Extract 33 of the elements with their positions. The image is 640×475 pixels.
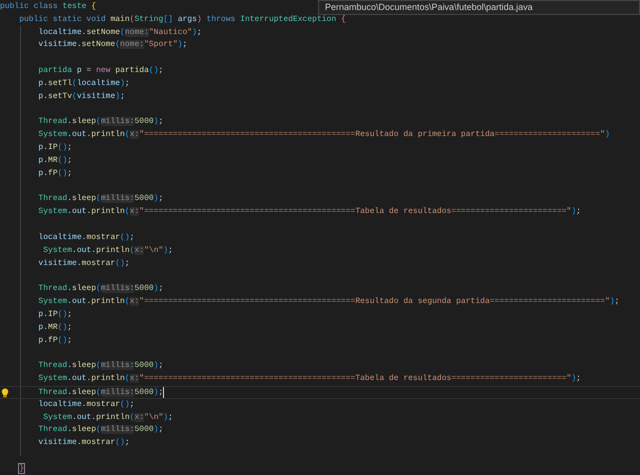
code-line: Thread.sleep(millis:5000); [37,387,164,400]
code-line: localtime.mostrar(); [37,398,134,411]
code-line: localtime.setNome(nome:"Nautico"); [37,26,202,39]
code-line: p.fP(); [37,168,72,180]
breadcrumb-tooltip: Pernambuco\Documentos\Paiva\futebol\partida.java [318,0,640,15]
code-line: p.MR(); [37,322,72,334]
code-line: Thread.sleep(millis:5000); [37,360,164,372]
code-line: Thread.sleep(millis:5000); [37,283,164,296]
code-line: public class teste { [0,1,96,13]
code-line: visitime.mostrar(); [37,258,130,270]
code-line: System.out.println(x:"\n"); [42,244,173,257]
code-line: visitime.setNome(nome:"Sport"); [37,39,188,52]
code-line: p.setTv(visitime); [37,90,125,103]
code-line: } [18,462,24,475]
code-line: visitime.mostrar(); [37,437,130,450]
text-cursor [163,386,164,398]
code-line: System.out.println(x:"============================================Resultado da primeira partida======================") [37,129,610,142]
code-line: p.IP(); [37,308,72,321]
code-line: p.setTl(localtime); [37,78,130,90]
code-line: public static void main(String[] args) throws InterruptedException { [18,14,346,26]
code-line: Thread.sleep(millis:5000); [37,424,164,436]
code-line: System.out.println(x:"============================================Tabela de resultados========================"); [37,206,581,218]
code-line: Thread.sleep(millis:5000); [37,116,164,128]
lightbulb-icon[interactable] [1,388,9,398]
code-line: localtime.mostrar(); [37,232,134,244]
code-line: Thread.sleep(millis:5000); [37,193,164,206]
code-line: partida p = new partida(); [37,65,164,78]
code-line: p.fP(); [37,334,72,347]
code-line: p.IP(); [37,142,72,154]
code-line: System.out.println(x:"============================================Tabela de resultados========================"); [37,373,581,386]
code-line: System.out.println(x:"\n"); [42,412,173,424]
code-line: System.out.println(x:"============================================Resultado da segunda partida========================"); [37,296,620,308]
code-line: p.MR(); [37,154,72,167]
